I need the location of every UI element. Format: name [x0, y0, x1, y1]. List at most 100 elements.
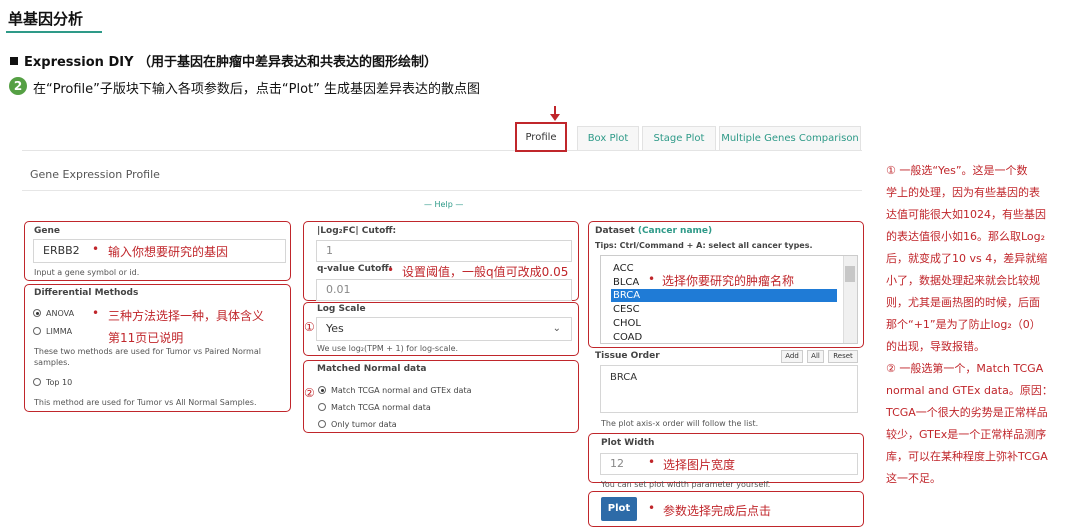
- note-line: normal and GTEx data。原因：: [886, 384, 1053, 397]
- note-line: 的出现，导致报错。: [886, 340, 985, 353]
- side-explanation: ① 一般选“Yes”。这是一个数 学上的处理，因为有些基因的表 达值可能很大如1…: [886, 160, 1072, 490]
- method-anova-label: ANOVA: [46, 309, 75, 318]
- log-scale-select[interactable]: Yes ⌄: [316, 317, 572, 341]
- dataset-tips: Tips: Ctrl/Command + A: select all cance…: [595, 241, 813, 250]
- log-scale-hint: We use log₂(TPM + 1) for log-scale.: [317, 344, 459, 353]
- title-underline: [6, 31, 102, 33]
- tissue-order-label: Tissue Order: [595, 351, 660, 361]
- q-value-cutoff-input[interactable]: 0.01: [316, 279, 572, 301]
- dataset-listbox[interactable]: ACC BLCA BRCA CESC CHOL COAD: [600, 255, 858, 344]
- note-line: 则，尤其是画热图的时候，后面: [886, 296, 1040, 309]
- tab-bar-divider: [22, 150, 862, 151]
- matched-tcga-label: Match TCGA normal data: [331, 403, 431, 412]
- panel-title: Gene Expression Profile: [30, 168, 160, 181]
- tissue-reset-button[interactable]: Reset: [828, 350, 858, 363]
- note-line: ① 一般选“Yes”。这是一个数: [886, 164, 1028, 177]
- dataset-annotation: 选择你要研究的肿瘤名称: [662, 274, 795, 288]
- tab-stage-plot[interactable]: Stage Plot: [642, 126, 716, 150]
- radio-selected-icon: [33, 309, 41, 317]
- annotation-dot: •: [92, 242, 100, 256]
- q-value-cutoff-label: q-value Cutoff:: [317, 264, 393, 274]
- only-tumor-radio[interactable]: Only tumor data: [318, 420, 397, 429]
- tissue-order-hint: The plot axis-x order will follow the li…: [601, 419, 759, 428]
- dataset-scrollbar-thumb[interactable]: [845, 266, 855, 282]
- methods-label: Differential Methods: [34, 288, 139, 298]
- note-line: 小了，数据处理起来就会比较规: [886, 274, 1040, 287]
- tissue-order-value: BRCA: [610, 372, 638, 383]
- radio-icon: [318, 420, 326, 428]
- radio-icon: [33, 327, 41, 335]
- tab-profile[interactable]: Profile: [515, 122, 567, 152]
- log2fc-cutoff-input[interactable]: 1: [316, 240, 572, 262]
- dataset-label: Dataset (Cancer name): [595, 226, 712, 236]
- annotation-dot: •: [92, 306, 100, 320]
- tab-box-plot[interactable]: Box Plot: [577, 126, 639, 150]
- marker-2: ②: [304, 386, 315, 400]
- panel-divider: [22, 190, 862, 191]
- gene-input-value: ERBB2: [43, 244, 80, 257]
- tab-multiple-genes[interactable]: Multiple Genes Comparison: [719, 126, 861, 150]
- log2fc-cutoff-value: 1: [326, 244, 333, 257]
- note-line: ② 一般选第一个，Match TCGA: [886, 362, 1044, 375]
- section-title-text: Expression DIY （用于基因在肿瘤中差异表达和共表达的图形绘制）: [24, 55, 438, 70]
- bullet-square-icon: [10, 57, 18, 65]
- note-line: 的表达值很小如16。那么取Log₂: [886, 230, 1046, 243]
- method-limma-label: LIMMA: [46, 327, 73, 336]
- q-value-cutoff-value: 0.01: [326, 283, 351, 296]
- radio-icon: [318, 403, 326, 411]
- note-line: 后，就变成了10 vs 4，差异就缩: [886, 252, 1048, 265]
- dataset-label-text: Dataset: [595, 226, 635, 236]
- method-limma-radio[interactable]: LIMMA: [33, 327, 72, 336]
- plot-annotation: 参数选择完成后点击: [663, 504, 772, 518]
- step-instruction: 在“Profile”子版块下输入各项参数后，点击“Plot” 生成基因差异表达的…: [33, 82, 480, 97]
- gene-annotation: 输入你想要研究的基因: [108, 245, 229, 259]
- tissue-add-button[interactable]: Add: [781, 350, 803, 363]
- matched-normal-label: Matched Normal data: [317, 364, 427, 374]
- dataset-option[interactable]: COAD: [611, 331, 837, 344]
- step-badge: 2: [9, 77, 27, 95]
- note-line: 库，可以在某种程度上弥补TCGA: [886, 450, 1048, 463]
- plot-button[interactable]: Plot: [601, 497, 637, 521]
- gene-label: Gene: [34, 226, 61, 236]
- help-link[interactable]: — Help —: [424, 200, 463, 209]
- note-line: 那个“+1”是为了防止log₂（0）: [886, 318, 1041, 331]
- cutoff-annotation: 设置阈值，一般q值可改成0.05: [402, 265, 569, 279]
- matched-tcga-radio[interactable]: Match TCGA normal data: [318, 403, 431, 412]
- plot-width-value: 12: [610, 457, 624, 470]
- dataset-option-selected[interactable]: BRCA: [611, 289, 837, 302]
- methods-desc-2: This method are used for Tumor vs All No…: [34, 398, 257, 407]
- dataset-option[interactable]: CESC: [611, 303, 837, 316]
- chevron-down-icon: ⌄: [552, 323, 561, 334]
- log-scale-label: Log Scale: [317, 304, 366, 314]
- note-line: 学上的处理，因为有些基因的表: [886, 186, 1040, 199]
- annotation-dot: •: [648, 272, 656, 286]
- plot-width-label: Plot Width: [601, 438, 655, 448]
- tissue-order-textarea[interactable]: BRCA: [600, 365, 858, 413]
- matched-tcga-gtex-radio[interactable]: Match TCGA normal and GTEx data: [318, 386, 472, 395]
- note-line: 较少，GTEx是一个正常样品测序: [886, 428, 1047, 441]
- pointer-arrow-head-icon: [550, 114, 560, 121]
- method-anova-radio[interactable]: ANOVA: [33, 309, 74, 318]
- log2fc-cutoff-label: |Log₂FC| Cutoff:: [317, 226, 397, 236]
- matched-tcga-gtex-label: Match TCGA normal and GTEx data: [331, 386, 472, 395]
- dataset-label-note: (Cancer name): [637, 226, 713, 236]
- gene-hint: Input a gene symbol or id.: [34, 268, 140, 277]
- only-tumor-label: Only tumor data: [331, 420, 397, 429]
- note-line: 达值可能很大如1024，有些基因: [886, 208, 1046, 221]
- marker-1: ①: [304, 320, 315, 334]
- annotation-dot: •: [648, 455, 656, 469]
- plot-width-hint: You can set plot width parameter yoursel…: [601, 480, 771, 489]
- annotation-dot: •: [648, 501, 656, 515]
- method-top10-radio[interactable]: Top 10: [33, 378, 72, 387]
- tissue-all-button[interactable]: All: [807, 350, 824, 363]
- log-scale-value: Yes: [326, 322, 344, 335]
- methods-annotation-2: 第11页已说明: [108, 331, 184, 345]
- page-title: 单基因分析: [8, 10, 84, 28]
- annotation-dot: •: [387, 263, 395, 277]
- radio-selected-icon: [318, 386, 326, 394]
- method-top10-label: Top 10: [46, 378, 73, 387]
- dataset-option[interactable]: CHOL: [611, 317, 837, 330]
- methods-annotation-1: 三种方法选择一种，具体含义: [108, 309, 265, 323]
- radio-icon: [33, 378, 41, 386]
- note-line: 这一不足。: [886, 472, 941, 485]
